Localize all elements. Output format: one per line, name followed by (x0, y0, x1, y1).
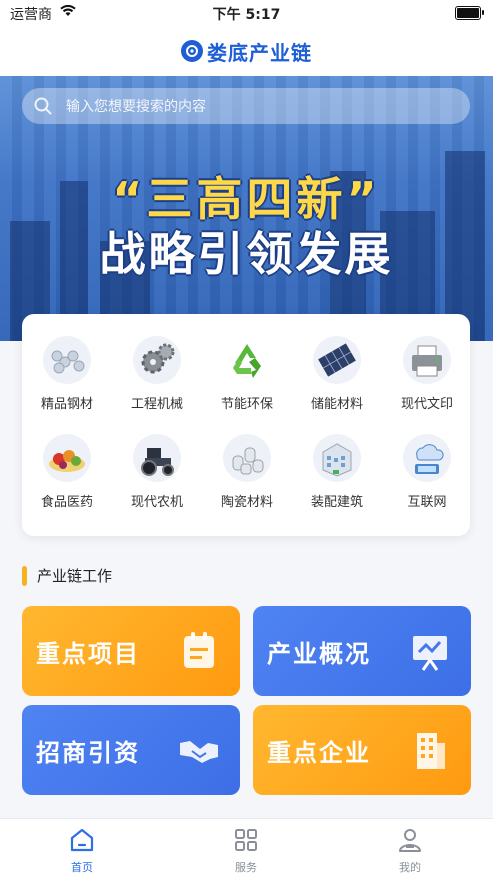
key-enterprises-card[interactable]: 重点企业 (253, 705, 471, 795)
category-label: 精品钢材 (40, 397, 93, 412)
printer-icon (403, 336, 451, 384)
category-item-energy[interactable]: 储能材料 (292, 336, 382, 412)
tractor-icon (133, 434, 181, 482)
category-label: 互联网 (407, 495, 447, 510)
category-item-steel[interactable]: 精品钢材 (22, 336, 112, 412)
gears-icon (133, 336, 181, 384)
presentation-icon (409, 630, 451, 672)
tab-label: 我的 (399, 861, 421, 874)
card-label: 重点企业 (267, 739, 371, 767)
category-item-agri-machinery[interactable]: 现代农机 (112, 434, 202, 510)
card-label: 产业概况 (267, 640, 371, 668)
tab-label: 首页 (71, 861, 93, 874)
logo-icon (181, 40, 203, 62)
category-item-printing[interactable]: 现代文印 (382, 336, 472, 412)
category-label: 装配建筑 (310, 495, 363, 510)
category-grid: 精品钢材 工程机械 节能环保 储能材料 现代文印 食品医药 现代农机 陶瓷材料 … (22, 314, 470, 536)
category-label: 储能材料 (310, 397, 363, 412)
section-header: 产业链工作 (22, 565, 112, 586)
office-building-icon (409, 729, 451, 771)
clock: 下午 5:17 (212, 7, 281, 23)
industry-overview-card[interactable]: 产业概况 (253, 606, 471, 696)
category-label: 现代农机 (130, 495, 183, 510)
tab-home[interactable]: 首页 (42, 827, 122, 875)
app-logo-text: 娄底产业链 (207, 40, 312, 65)
category-item-food[interactable]: 食品医药 (22, 434, 112, 510)
category-label: 陶瓷材料 (220, 495, 273, 510)
section-accent-bar (22, 565, 27, 586)
grid-icon (233, 827, 259, 853)
building-icon (313, 434, 361, 482)
status-bar: 运营商 下午 5:17 (0, 0, 493, 26)
tab-services[interactable]: 服务 (206, 827, 286, 875)
category-label: 食品医药 (40, 495, 93, 510)
banner-slogan-line2: 战略引领发展 (99, 227, 394, 281)
investment-attraction-card[interactable]: 招商引资 (22, 705, 240, 795)
user-icon (397, 827, 423, 853)
search-icon (34, 97, 52, 115)
card-label: 招商引资 (36, 739, 140, 767)
ceramics-icon (223, 434, 271, 482)
bottom-tab-bar: 首页 服务 我的 (0, 818, 493, 880)
app-header: 娄底产业链 (0, 26, 493, 76)
steel-pipes-icon (43, 336, 91, 384)
handshake-icon (178, 729, 220, 771)
tab-label: 服务 (235, 861, 257, 874)
recycle-icon (223, 336, 271, 384)
home-icon (69, 827, 95, 853)
category-label: 节能环保 (220, 397, 273, 412)
solar-panel-icon (313, 336, 361, 384)
internet-icon (403, 434, 451, 482)
clipboard-icon (178, 630, 220, 672)
card-label: 重点项目 (36, 640, 140, 668)
key-projects-card[interactable]: 重点项目 (22, 606, 240, 696)
food-icon (43, 434, 91, 482)
category-item-prefab[interactable]: 装配建筑 (292, 434, 382, 510)
category-item-machinery[interactable]: 工程机械 (112, 336, 202, 412)
search-input[interactable]: 输入您想要搜索的内容 (66, 96, 206, 116)
category-label: 工程机械 (130, 397, 183, 412)
battery-icon (455, 6, 484, 20)
section-title: 产业链工作 (37, 567, 113, 585)
search-bar[interactable]: 输入您想要搜索的内容 (22, 88, 470, 124)
tab-profile[interactable]: 我的 (370, 827, 450, 875)
category-item-internet[interactable]: 互联网 (382, 434, 472, 510)
category-item-ceramics[interactable]: 陶瓷材料 (202, 434, 292, 510)
category-item-eco[interactable]: 节能环保 (202, 336, 292, 412)
category-label: 现代文印 (400, 397, 453, 412)
